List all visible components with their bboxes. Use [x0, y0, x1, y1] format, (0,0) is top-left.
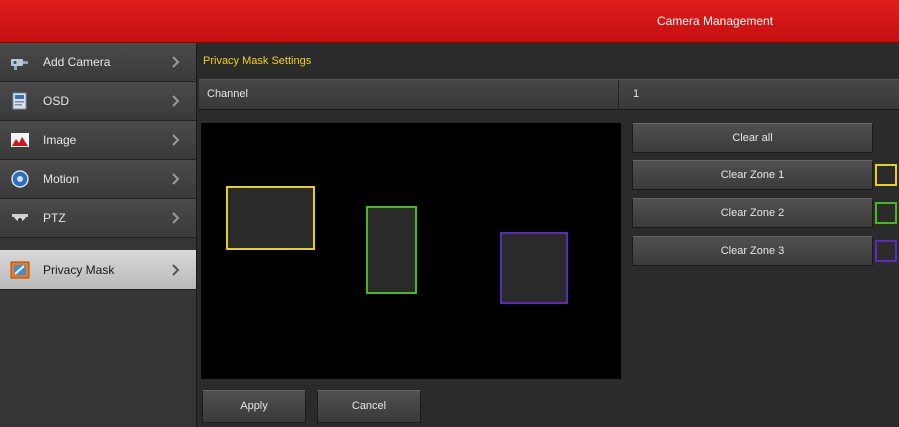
privacy-zone-3[interactable] — [500, 232, 568, 304]
sidebar-item-label: Motion — [43, 172, 80, 186]
zone-3-color-swatch — [875, 240, 897, 262]
sidebar-item-motion[interactable]: Motion — [0, 160, 196, 199]
sidebar-item-label: Image — [43, 133, 77, 147]
channel-value[interactable]: 1 — [633, 80, 639, 109]
window-title: Camera Management — [656, 14, 774, 28]
chevron-right-icon — [172, 95, 180, 107]
ptz-icon — [12, 214, 28, 222]
zone-2-color-swatch — [875, 202, 897, 224]
sidebar-item-osd[interactable]: OSD — [0, 82, 196, 121]
privacy-zone-2[interactable] — [366, 206, 417, 294]
sidebar-item-add-camera[interactable]: Add Camera — [0, 43, 196, 82]
channel-row: Channel 1 — [199, 79, 899, 110]
chevron-right-icon — [172, 212, 180, 224]
add-camera-icon — [11, 59, 28, 70]
osd-icon — [12, 92, 27, 110]
chevron-right-icon — [172, 173, 180, 185]
sidebar: Add Camera OSD Image Motion PTZ Privacy … — [0, 43, 197, 427]
sidebar-item-privacy-mask[interactable]: Privacy Mask — [0, 250, 196, 290]
chevron-right-icon — [172, 56, 180, 68]
image-icon — [11, 133, 29, 147]
sidebar-item-label: PTZ — [43, 211, 66, 225]
clear-zone-1-button[interactable]: Clear Zone 1 — [632, 160, 873, 190]
sidebar-item-label: OSD — [43, 94, 70, 108]
chevron-right-icon — [172, 264, 180, 276]
channel-label: Channel — [207, 88, 248, 100]
clear-zone-2-button[interactable]: Clear Zone 2 — [632, 198, 873, 228]
sidebar-item-label: Add Camera — [43, 55, 111, 69]
title-bar: Camera Management — [0, 0, 899, 43]
divider — [618, 80, 619, 109]
clear-zone-3-button[interactable]: Clear Zone 3 — [632, 236, 873, 266]
apply-button[interactable]: Apply — [202, 390, 306, 423]
motion-icon — [11, 170, 29, 188]
main-content: Privacy Mask Settings Channel 1 Clear al… — [197, 43, 899, 427]
clear-all-button[interactable]: Clear all — [632, 123, 873, 153]
sidebar-item-label: Privacy Mask — [43, 263, 115, 277]
chevron-right-icon — [172, 134, 180, 146]
sidebar-item-image[interactable]: Image — [0, 121, 196, 160]
section-title: Privacy Mask Settings — [203, 55, 312, 67]
cancel-button[interactable]: Cancel — [317, 390, 421, 423]
video-preview[interactable] — [201, 123, 621, 379]
zone-1-color-swatch — [875, 164, 897, 186]
sidebar-item-ptz[interactable]: PTZ — [0, 199, 196, 238]
privacy-zone-1[interactable] — [226, 186, 315, 250]
privacy-mask-icon — [10, 261, 30, 279]
